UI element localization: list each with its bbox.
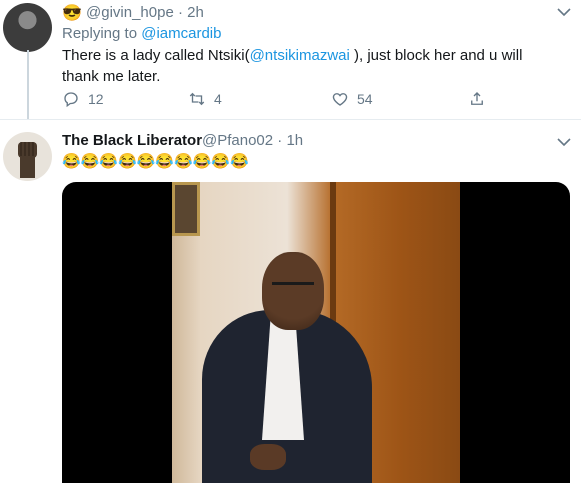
chevron-down-icon[interactable] [557, 134, 571, 150]
tweet-actions: 12 4 54 [62, 90, 502, 114]
heart-icon [332, 93, 348, 106]
person-in-suit [202, 252, 372, 483]
reply-button[interactable]: 12 [62, 90, 104, 108]
retweet-count: 4 [214, 91, 222, 107]
timestamp[interactable]: 1h [286, 132, 303, 149]
thread-line [27, 50, 29, 120]
tweet-reply-givin[interactable]: 😎 @givin_h0pe · 2h Replying to @iamcardi… [0, 0, 581, 120]
reply-icon [64, 92, 78, 108]
avatar[interactable] [3, 132, 52, 181]
timestamp[interactable]: 2h [187, 4, 204, 21]
reply-count: 12 [88, 91, 104, 107]
retweet-button[interactable]: 4 [188, 90, 222, 108]
like-count: 54 [357, 91, 373, 107]
handle-and-time: @Pfano02 · 1h [202, 132, 303, 149]
like-button[interactable]: 54 [331, 90, 373, 108]
video-player[interactable] [62, 182, 570, 483]
raised-fist-icon [18, 142, 37, 178]
separator-dot: · [177, 4, 183, 21]
share-icon [471, 92, 483, 105]
avatar[interactable] [3, 3, 52, 52]
replying-label: Replying to [62, 25, 138, 42]
replying-to: Replying to @iamcardib [62, 25, 221, 42]
video-frame [172, 182, 460, 483]
tweet-text-emojis: 😂😂😂😂😂😂😂😂😂😂 [62, 153, 249, 170]
chevron-down-icon[interactable] [557, 4, 571, 20]
wall-picture [172, 182, 200, 236]
text-part: There is a lady called Ntsiki( [62, 47, 250, 64]
user-handle[interactable]: @Pfano02 [202, 132, 273, 149]
user-handle[interactable]: @givin_h0pe [86, 4, 174, 21]
display-name-emoji[interactable]: 😎 [62, 3, 82, 23]
retweet-icon [189, 92, 205, 106]
share-button[interactable] [468, 90, 486, 108]
mention-link[interactable]: @ntsikimazwai [250, 47, 350, 64]
tweet-text: There is a lady called Ntsiki(@ntsikimaz… [62, 45, 562, 87]
handle-and-time: @givin_h0pe · 2h [86, 4, 204, 21]
replying-handle-link[interactable]: @iamcardib [141, 25, 221, 42]
separator-dot: · [277, 132, 283, 149]
display-name[interactable]: The Black Liberator [62, 132, 202, 149]
